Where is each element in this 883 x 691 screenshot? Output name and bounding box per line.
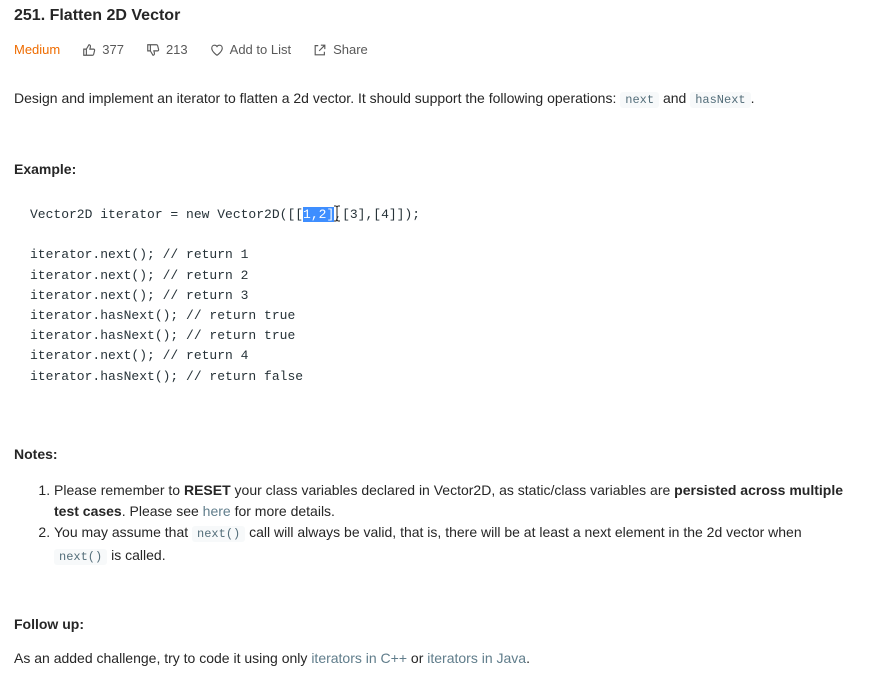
code-line: Vector2D iterator = new Vector2D([[1,2],… [30,207,420,222]
text-cursor-icon [334,205,340,222]
like-button[interactable]: 377 [82,42,124,57]
iterators-cpp-link[interactable]: iterators in C++ [311,650,407,666]
thumbs-down-icon [147,43,160,56]
note-text: your class variables declared in Vector2… [230,482,675,498]
note-bold-text: RESET [183,482,231,498]
code-line: iterator.hasNext(); // return true [30,308,296,324]
add-to-list-label: Add to List [229,42,292,57]
note-text: Please remember to [54,482,184,498]
problem-description: Design and implement an iterator to flat… [14,90,755,108]
share-icon [314,44,326,55]
here-link[interactable]: here [203,503,231,519]
iterators-java-link[interactable]: iterators in Java [427,650,526,666]
description-text: Design and implement an iterator to flat… [14,90,621,106]
like-count: 377 [102,42,124,57]
dislike-count: 213 [165,42,188,57]
follow-up-text: As an added challenge, try to code it us… [14,650,530,666]
follow-up-segment: or [407,650,428,666]
code-line: iterator.next(); // return 3 [30,287,249,303]
example-code-block[interactable]: Vector2D iterator = new Vector2D([[1,2],… [30,205,420,387]
add-to-list-button[interactable]: Add to List [210,42,291,57]
description-text: and [659,90,691,106]
code-line: iterator.next(); // return 4 [30,348,249,364]
note-text: You may assume that [54,524,193,540]
thumbs-up-icon [83,43,96,56]
heart-icon [210,44,223,56]
example-heading: Example: [14,161,77,177]
inline-code-next: next [620,92,660,108]
note-text: . Please see [121,503,203,519]
follow-up-heading: Follow up: [14,616,84,632]
code-line: iterator.hasNext(); // return false [30,368,304,384]
notes-heading: Notes: [14,446,58,462]
code-line: iterator.hasNext(); // return true [30,328,296,344]
inline-code-hasnext: hasNext [690,92,751,108]
selected-text: 1,2] [303,207,335,222]
problem-page: 251. Flatten 2D Vector Medium 377 213 Ad… [0,0,883,691]
note-text: call will always be valid, that is, ther… [245,524,802,540]
problem-title: 251. Flatten 2D Vector [14,7,181,24]
code-text: ,[3],[4]]); [334,207,421,222]
description-text: . [750,90,755,106]
difficulty-badge: Medium [14,42,61,57]
note-item: Please remember to RESET your class vari… [54,480,854,522]
inline-code-next: next() [54,549,108,565]
code-line: iterator.next(); // return 2 [30,267,249,283]
inline-code-next: next() [192,526,246,542]
follow-up-segment: . [526,650,530,666]
note-text: for more details. [230,503,335,519]
dislike-button[interactable]: 213 [146,42,188,57]
code-line: iterator.next(); // return 1 [30,247,249,263]
follow-up-segment: As an added challenge, try to code it us… [14,650,312,666]
note-item: You may assume that next() call will alw… [54,522,854,568]
share-button[interactable]: Share [313,42,368,57]
notes-list: Please remember to RESET your class vari… [14,480,854,568]
code-text: Vector2D iterator = new Vector2D([[ [30,207,304,222]
problem-meta-bar: Medium 377 213 Add to List Share [14,42,390,57]
note-text: is called. [107,547,166,563]
share-label: Share [333,42,368,57]
